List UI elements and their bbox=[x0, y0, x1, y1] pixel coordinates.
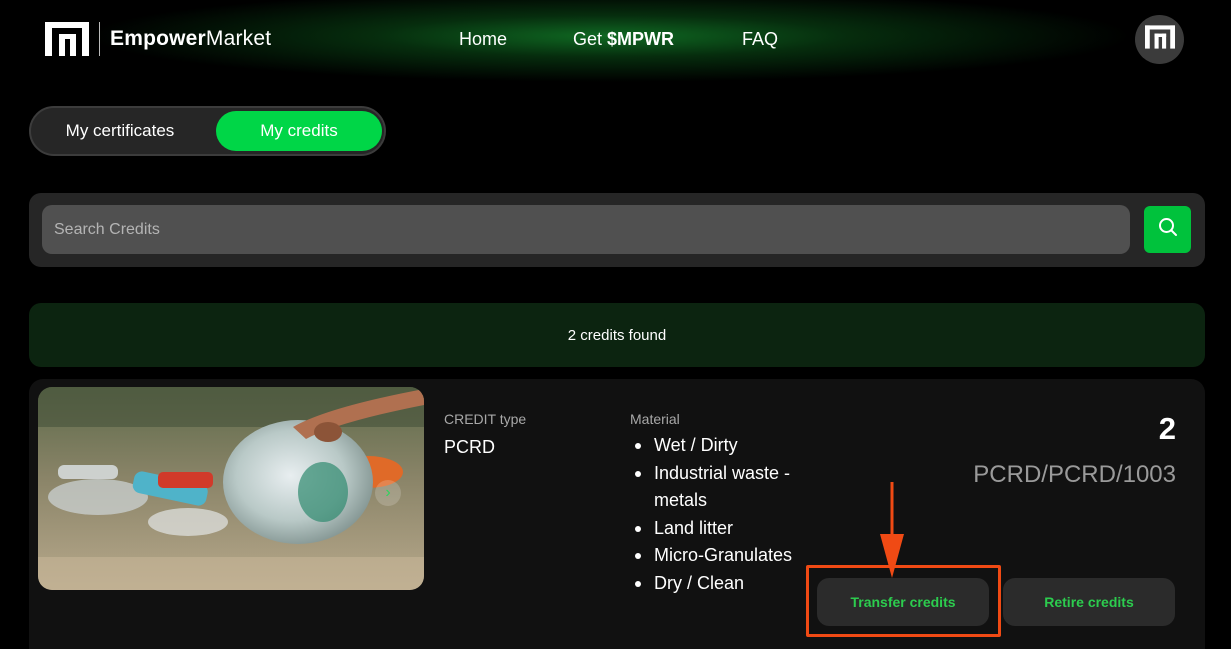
nav-get-mpwr[interactable]: Get $MPWR bbox=[573, 29, 674, 50]
brand-name: EmpowerMarket bbox=[110, 27, 272, 50]
credit-type-label: CREDIT type bbox=[444, 411, 527, 427]
tab-my-credits[interactable]: My credits bbox=[216, 111, 382, 151]
nav-faq[interactable]: FAQ bbox=[742, 29, 778, 50]
tab-my-certificates[interactable]: My certificates bbox=[35, 111, 205, 151]
search-bar bbox=[29, 193, 1205, 267]
empower-logo-icon bbox=[45, 22, 89, 56]
down-arrow-icon bbox=[878, 482, 906, 583]
image-next-button[interactable]: › bbox=[375, 480, 401, 506]
top-header: EmpowerMarket Home Get $MPWR FAQ bbox=[0, 0, 1231, 82]
credit-serial: PCRD/PCRD/1003 bbox=[973, 461, 1176, 488]
material-item: Dry / Clean bbox=[630, 570, 810, 598]
search-icon bbox=[1158, 217, 1178, 242]
search-input[interactable] bbox=[42, 205, 1130, 254]
logo-divider bbox=[99, 22, 100, 56]
results-count-text: 2 credits found bbox=[567, 326, 667, 344]
credits-tab-switch: My certificates My credits bbox=[29, 106, 386, 156]
brand-logo[interactable]: EmpowerMarket bbox=[45, 22, 271, 56]
material-item: Industrial waste - metals bbox=[630, 460, 810, 515]
material-item: Wet / Dirty bbox=[630, 432, 810, 460]
credit-photo: › bbox=[38, 387, 424, 590]
material-item: Micro-Granulates bbox=[630, 542, 810, 570]
material-list: Wet / Dirty Industrial waste - metals La… bbox=[630, 432, 810, 597]
credit-type-value: PCRD bbox=[444, 437, 496, 457]
user-avatar[interactable] bbox=[1135, 15, 1184, 64]
material-label: Material bbox=[630, 411, 680, 427]
chevron-right-icon: › bbox=[385, 484, 391, 501]
search-button[interactable] bbox=[1144, 206, 1191, 253]
results-count-banner: 2 credits found bbox=[29, 303, 1205, 367]
material-item: Land litter bbox=[630, 515, 810, 543]
credit-count: 2 bbox=[1158, 411, 1176, 446]
empower-avatar-icon bbox=[1144, 25, 1175, 54]
retire-credits-button[interactable]: Retire credits bbox=[1003, 578, 1175, 626]
credit-card: › CREDIT type PCRD Material Wet / Dirty … bbox=[29, 379, 1205, 649]
nav-home[interactable]: Home bbox=[459, 29, 507, 50]
